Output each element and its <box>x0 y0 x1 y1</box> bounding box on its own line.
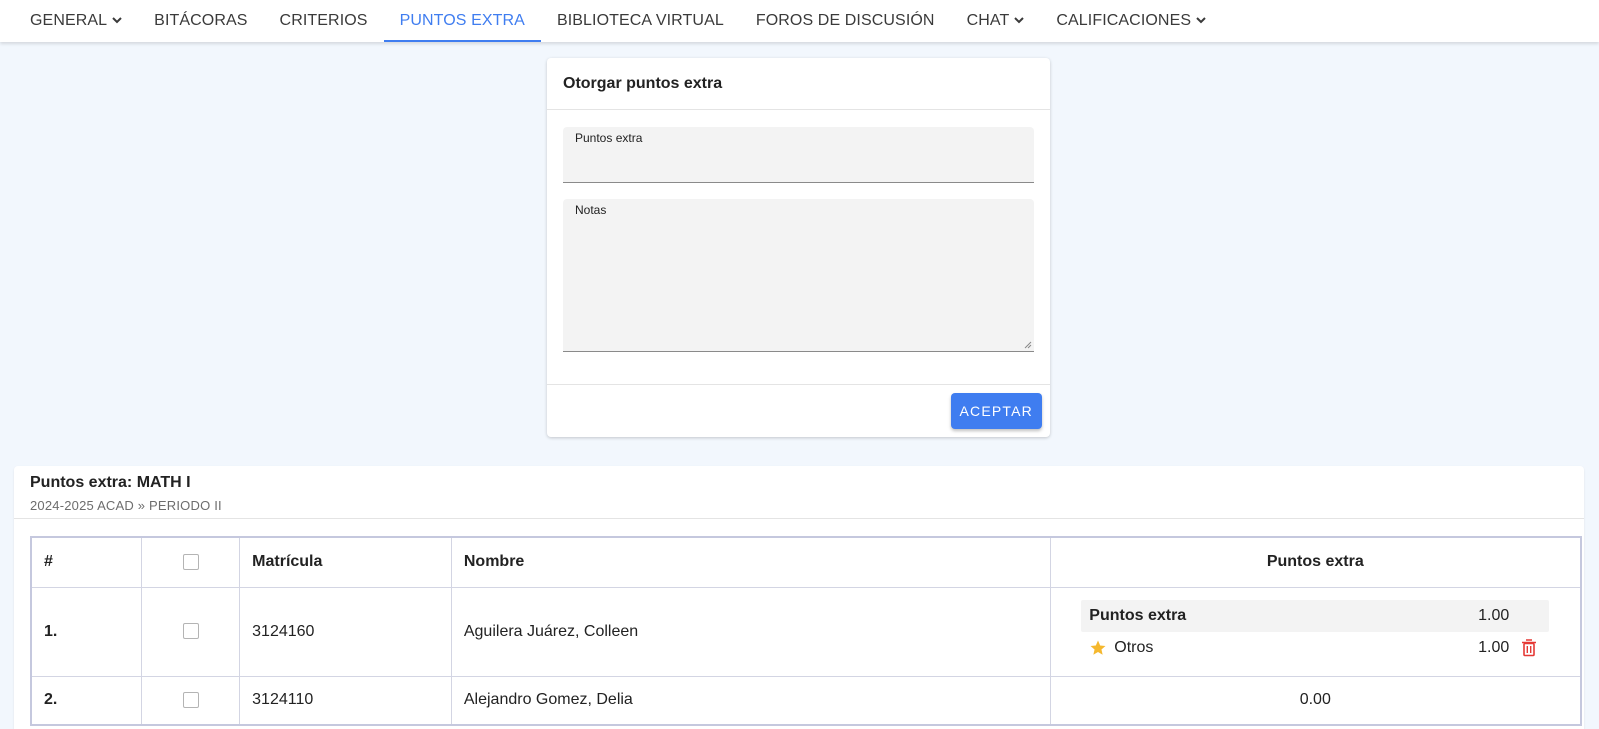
chevron-down-icon <box>1196 17 1206 24</box>
card-title: Otorgar puntos extra <box>547 58 1050 110</box>
line-name: Otros <box>1114 638 1154 656</box>
grant-extra-points-card: Otorgar puntos extra Puntos extra Notas … <box>547 58 1050 437</box>
nav-chat-label: CHAT <box>966 12 1010 29</box>
col-number: # <box>30 536 143 588</box>
select-all-checkbox[interactable] <box>182 554 199 571</box>
extra-points-breakdown: Puntos extra 1.00 Otros 1.00 <box>1081 599 1550 664</box>
row-matricula: 3124110 <box>239 675 452 726</box>
line-value: 1.00 <box>1478 638 1510 656</box>
star-icon <box>1090 640 1106 655</box>
nav-criterios-label: CRITERIOS <box>279 12 368 29</box>
nav-general-label: GENERAL <box>30 12 108 29</box>
col-nombre: Nombre <box>450 536 1051 588</box>
nav-calificaciones[interactable]: CALIFICACIONES <box>1040 0 1222 42</box>
nav-chat[interactable]: CHAT <box>951 0 1041 42</box>
nav-foros-label: FOROS DE DISCUSIÓN <box>755 12 935 29</box>
nav-puntos-extra[interactable]: PUNTOS EXTRA <box>383 0 542 42</box>
notes-label: Notas <box>575 203 607 217</box>
table-subtitle: 2024-2025 ACAD » PERIODO II <box>30 498 222 513</box>
row-select-cell <box>141 675 241 726</box>
card-footer: ACEPTAR <box>547 384 1050 437</box>
accept-button[interactable]: ACEPTAR <box>950 393 1042 429</box>
row-checkbox[interactable] <box>182 692 199 709</box>
table-header: Puntos extra: MATH I 2024-2025 ACAD » PE… <box>14 466 1584 519</box>
notes-field[interactable]: Notas <box>563 199 1034 352</box>
resize-grip-icon[interactable] <box>1024 341 1032 349</box>
trash-icon[interactable] <box>1521 638 1537 657</box>
nav-puntos-extra-label: PUNTOS EXTRA <box>399 12 525 29</box>
table-title: Puntos extra: MATH I <box>30 474 191 491</box>
extra-points-table-card: Puntos extra: MATH I 2024-2025 ACAD » PE… <box>14 466 1584 729</box>
nav-calificaciones-label: CALIFICACIONES <box>1056 12 1192 29</box>
chevron-down-icon <box>112 17 122 24</box>
table-header-row: # Matrícula Nombre Puntos extra <box>30 536 1582 588</box>
nav-foros-de-discusion[interactable]: FOROS DE DISCUSIÓN <box>740 0 951 42</box>
row-number: 1. <box>30 586 143 677</box>
row-checkbox[interactable] <box>182 623 199 640</box>
row-number: 2. <box>30 675 143 726</box>
nav-criterios[interactable]: CRITERIOS <box>264 0 384 42</box>
summary-label: Puntos extra <box>1089 606 1187 624</box>
col-matricula: Matrícula <box>239 536 452 588</box>
nav-biblioteca-virtual-label: BIBLIOTECA VIRTUAL <box>556 12 724 29</box>
row-nombre: Alejandro Gomez, Delia <box>450 675 1051 726</box>
col-select-all <box>141 536 241 588</box>
nav-bitacoras[interactable]: BITÁCORAS <box>138 0 263 42</box>
row-select-cell <box>141 586 241 677</box>
col-puntos-extra: Puntos extra <box>1049 536 1582 588</box>
nav-bitacoras-label: BITÁCORAS <box>154 12 248 29</box>
top-navigation: GENERAL BITÁCORAS CRITERIOS PUNTOS EXTRA… <box>0 0 1599 42</box>
extra-points-field[interactable]: Puntos extra <box>563 127 1034 183</box>
nav-general[interactable]: GENERAL <box>14 0 138 42</box>
students-table: # Matrícula Nombre Puntos extra 1. 31241… <box>30 536 1582 726</box>
row-extra-points-cell: Puntos extra 1.00 Otros 1.00 <box>1049 586 1582 677</box>
row-extra-points-total: 0.00 <box>1049 675 1582 726</box>
table-row: 2. 3124110 Alejandro Gomez, Delia 0.00 <box>30 675 1582 726</box>
extra-points-label: Puntos extra <box>575 131 643 145</box>
extra-points-summary: Puntos extra 1.00 <box>1081 599 1550 632</box>
table-row: 1. 3124160 Aguilera Juárez, Colleen Punt… <box>30 586 1582 677</box>
extra-points-line: Otros 1.00 <box>1081 632 1549 664</box>
row-nombre: Aguilera Juárez, Colleen <box>450 586 1051 677</box>
row-matricula: 3124160 <box>239 586 452 677</box>
summary-value: 1.00 <box>1478 606 1510 624</box>
nav-biblioteca-virtual[interactable]: BIBLIOTECA VIRTUAL <box>541 0 740 42</box>
chevron-down-icon <box>1014 17 1025 24</box>
